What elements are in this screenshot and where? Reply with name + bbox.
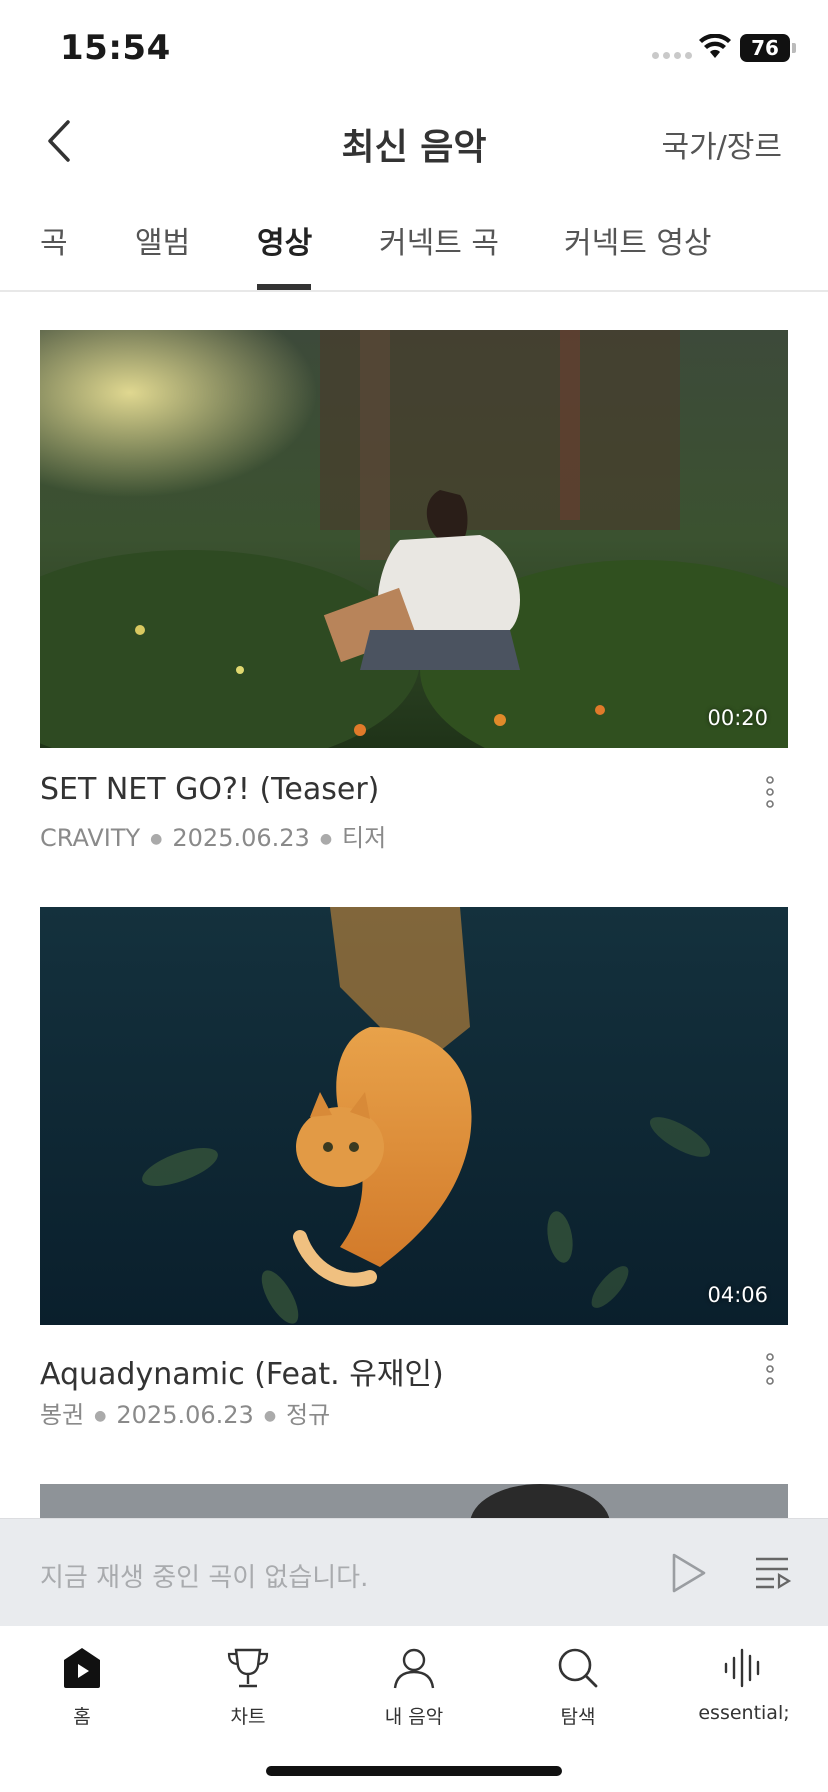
status-bar: 15:54 76 — [0, 0, 828, 100]
video-type: 정규 — [286, 1401, 331, 1429]
battery-indicator: 76 — [740, 34, 790, 62]
battery-tip — [792, 43, 796, 53]
video-duration: 04:06 — [707, 1283, 768, 1307]
video-date: 2025.06.23 — [116, 1401, 254, 1429]
nav-essential[interactable]: essential; — [674, 1644, 814, 1724]
nav-label: essential; — [698, 1702, 790, 1724]
tab-connect-videos[interactable]: 커넥트 영상 — [564, 218, 712, 262]
video-meta: CRAVITY ● 2025.06.23 ● 티저 — [40, 824, 387, 852]
playlist-icon[interactable] — [752, 1553, 792, 1593]
video-duration: 00:20 — [707, 706, 768, 730]
cellular-signal-icon — [652, 52, 692, 59]
wifi-icon — [699, 34, 731, 58]
tab-bar: 곡 앨범 영상 커넥트 곡 커넥트 영상 — [0, 204, 828, 292]
tab-connect-songs[interactable]: 커넥트 곡 — [379, 218, 499, 262]
tab-videos[interactable]: 영상 — [257, 218, 312, 262]
nav-label: 내 음악 — [384, 1706, 444, 1728]
video-meta: 봉권 ● 2025.06.23 ● 정규 — [40, 1401, 331, 1429]
soundwave-icon — [724, 1648, 760, 1688]
nav-chart[interactable]: 차트 — [178, 1644, 318, 1729]
person-icon — [393, 1648, 435, 1689]
nav-search[interactable]: 탐색 — [508, 1644, 648, 1729]
active-tab-indicator — [257, 284, 311, 290]
nav-label: 차트 — [230, 1706, 266, 1728]
video-title[interactable]: SET NET GO?! (Teaser) — [40, 772, 379, 807]
video-artist[interactable]: CRAVITY — [40, 824, 140, 852]
home-icon — [64, 1648, 100, 1688]
trophy-icon — [227, 1648, 269, 1688]
play-icon[interactable] — [668, 1551, 708, 1595]
nav-my-music[interactable]: 내 음악 — [344, 1644, 484, 1729]
nav-label: 탐색 — [560, 1706, 596, 1728]
header: 최신 음악 국가/장르 — [0, 100, 828, 184]
video-type: 티저 — [342, 824, 387, 852]
video-thumbnail[interactable]: 04:06 — [40, 907, 788, 1325]
tab-songs[interactable]: 곡 — [40, 218, 68, 262]
video-artist[interactable]: 봉권 — [40, 1401, 84, 1429]
now-playing-status: 지금 재생 중인 곡이 없습니다. — [40, 1563, 369, 1593]
more-options-icon[interactable] — [760, 772, 780, 812]
video-thumbnail[interactable] — [40, 1484, 788, 1518]
video-title[interactable]: Aquadynamic (Feat. 유재인) — [40, 1349, 444, 1393]
home-indicator — [266, 1766, 562, 1776]
video-date: 2025.06.23 — [172, 824, 310, 852]
mini-player[interactable]: 지금 재생 중인 곡이 없습니다. — [0, 1518, 828, 1626]
nav-home[interactable]: 홈 — [12, 1644, 152, 1729]
nav-label: 홈 — [73, 1706, 91, 1728]
status-time: 15:54 — [60, 28, 171, 68]
search-icon — [558, 1648, 598, 1688]
tab-albums[interactable]: 앨범 — [135, 218, 190, 262]
country-genre-link[interactable]: 국가/장르 — [661, 122, 782, 166]
video-thumbnail[interactable]: 00:20 — [40, 330, 788, 748]
more-options-icon[interactable] — [760, 1349, 780, 1389]
